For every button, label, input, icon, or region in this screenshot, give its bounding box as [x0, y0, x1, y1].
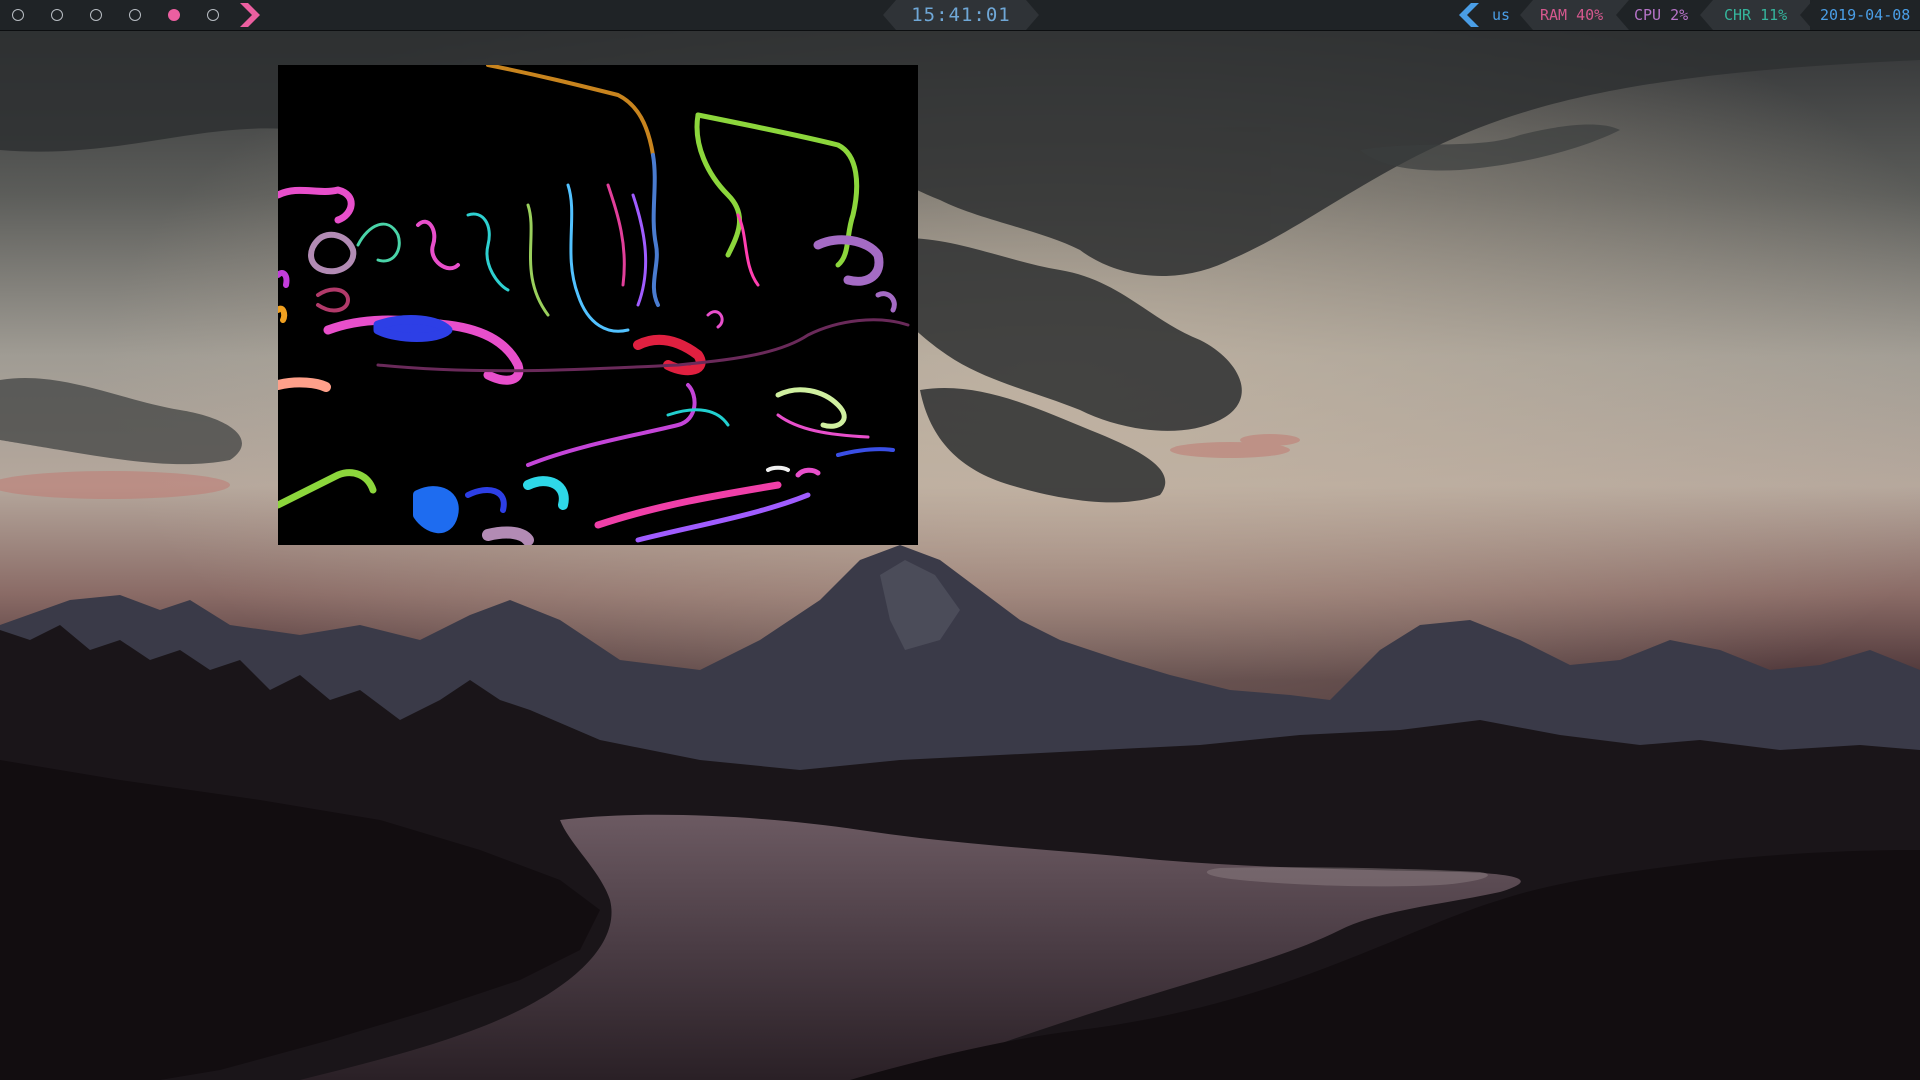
chevron-left-icon — [1459, 3, 1479, 27]
workspace-3-indicator[interactable] — [90, 9, 102, 21]
chevron-right-icon — [240, 3, 260, 27]
date-display: 2019-04-08 — [1820, 6, 1911, 24]
workspace-4-indicator[interactable] — [129, 9, 141, 21]
image-viewer-window[interactable] — [278, 65, 918, 545]
battery-charge: CHR 11% — [1724, 6, 1788, 24]
workspace-2-indicator[interactable] — [51, 9, 63, 21]
workspace-switcher — [12, 0, 246, 30]
workspace-6-indicator[interactable] — [207, 9, 219, 21]
top-status-bar: 15:41:01 us RAM 40% CPU 2% CHR 11% 2019-… — [0, 0, 1920, 31]
workspace-5-indicator[interactable] — [168, 9, 180, 21]
workspace-1-indicator[interactable] — [12, 9, 24, 21]
desktop: 15:41:01 us RAM 40% CPU 2% CHR 11% 2019-… — [0, 0, 1920, 1080]
ram-usage: RAM 40% — [1540, 6, 1604, 24]
keyboard-layout-indicator[interactable]: us — [1492, 0, 1510, 30]
clock-time: 15:41:01 — [911, 4, 1011, 26]
clock-segment: 15:41:01 — [883, 0, 1039, 30]
cpu-usage: CPU 2% — [1634, 6, 1689, 24]
